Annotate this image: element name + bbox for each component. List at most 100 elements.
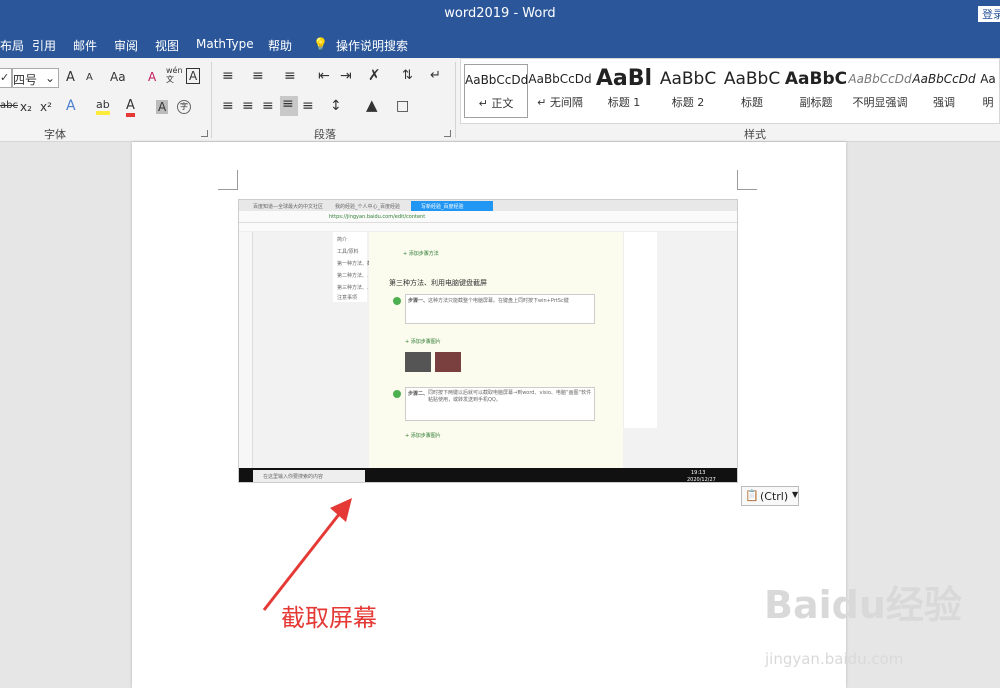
lightbulb-icon: 💡	[313, 37, 328, 51]
decrease-indent-icon[interactable]: ⇤	[318, 68, 330, 84]
tell-me-search[interactable]: 操作说明搜索	[336, 37, 408, 54]
borders-icon[interactable]: □	[396, 98, 409, 114]
style-heading-1[interactable]: AaBl 标题 1	[592, 64, 656, 118]
sort-icon[interactable]: ⇅	[402, 68, 413, 83]
browser-tab: 我的经验_个人中心_百度经验	[335, 204, 401, 210]
clear-format-button[interactable]: A	[148, 70, 156, 84]
outline-item: 第二种方法、…	[337, 273, 373, 279]
step-text: 同时按下两键以后就可以截取电脑屏幕→到word、visio、电脑“画图”软件粘贴…	[428, 390, 592, 403]
add-method-link: + 添加步骤方法	[403, 251, 439, 257]
distributed-icon[interactable]: ≡	[302, 98, 314, 114]
shrink-font-button[interactable]: A	[86, 72, 93, 83]
tab-mailings[interactable]: 邮件	[73, 37, 97, 54]
arrowhead	[330, 498, 352, 522]
shading-icon[interactable]: ▲	[366, 96, 378, 114]
align-left-icon[interactable]: ≡	[222, 98, 234, 114]
windows-taskbar: 在这里输入你要搜索的内容 19:13 2020/12/27	[239, 468, 737, 483]
taskbar-date: 2020/12/27	[687, 477, 716, 483]
login-button[interactable]: 登录	[978, 6, 1000, 22]
red-arrow-annotation	[262, 498, 352, 611]
style-subtitle[interactable]: AaBbC 副标题	[784, 64, 848, 118]
font-name-box[interactable]: ✓	[0, 68, 12, 88]
browser-tab: 百度知道—全球最大的中文社区	[253, 204, 324, 210]
step-number-badge	[393, 390, 401, 398]
style-no-spacing[interactable]: AaBbCcDd ↵ 无间隔	[528, 64, 592, 118]
grow-font-button[interactable]: A	[66, 70, 75, 85]
font-size-value: 四号	[13, 73, 38, 87]
text-effects-button[interactable]: A	[66, 98, 76, 114]
bullets-icon[interactable]: ≡	[222, 68, 234, 84]
numbering-icon[interactable]: ≡	[252, 68, 264, 84]
strikethrough-button[interactable]: abc	[0, 100, 18, 111]
align-right-icon[interactable]: ≡	[262, 98, 274, 114]
paragraph-dialog-launcher[interactable]	[444, 130, 451, 137]
chevron-down-icon: ⌄	[44, 71, 55, 85]
annotation-text: 截取屏幕	[281, 604, 377, 632]
step2-box: 步骤二、 同时按下两键以后就可以截取电脑屏幕→到word、visio、电脑“画图…	[405, 387, 595, 421]
style-preview: AaBbC	[784, 69, 848, 89]
style-preview: AaBbCcDd	[528, 72, 592, 86]
font-size-box[interactable]: 四号 ⌄	[12, 68, 59, 88]
style-preview: AaBbC	[723, 69, 781, 89]
style-preview: AaBbC	[659, 69, 717, 89]
pasted-screenshot-image[interactable]: 百度知道—全球最大的中文社区 我的经验_个人中心_百度经验 写新经验_百度经验 …	[238, 199, 738, 483]
baidu-watermark: Baidu经验	[764, 583, 962, 627]
highlight-button[interactable]: ab	[96, 98, 110, 115]
title-bar: word2019 - Word 登录	[0, 0, 1000, 28]
increase-indent-icon[interactable]: ⇥	[340, 68, 352, 84]
change-case-button[interactable]: Aa	[110, 70, 126, 84]
font-color-button[interactable]: A	[126, 98, 135, 117]
active-browser-tab: 写新经验_百度经验	[411, 201, 493, 211]
style-normal[interactable]: AaBbCcDd ↵ 正文	[464, 64, 528, 118]
dropdown-arrow-icon: ▼	[792, 490, 799, 499]
tab-help[interactable]: 帮助	[268, 37, 292, 54]
style-title[interactable]: AaBbC 标题	[720, 64, 784, 118]
separator	[211, 62, 212, 138]
style-name: 明	[982, 96, 994, 109]
tab-layout[interactable]: 布局	[0, 37, 24, 54]
ribbon-tabs: 布局 引用 邮件 审阅 视图 MathType 帮助 💡 操作说明搜索	[0, 28, 1000, 58]
right-panel	[623, 232, 657, 428]
keyboard-thumbnail	[435, 352, 461, 372]
tab-view[interactable]: 视图	[155, 37, 179, 54]
window-title: word2019 - Word	[444, 6, 556, 21]
margin-corner	[218, 170, 238, 190]
show-marks-icon[interactable]: ↵	[430, 68, 441, 83]
style-heading-2[interactable]: AaBbC 标题 2	[656, 64, 720, 118]
subscript-button[interactable]: x₂	[20, 100, 32, 114]
chinese-layout-icon[interactable]: ✗	[368, 66, 381, 84]
style-preview: Aa	[980, 72, 996, 86]
taskbar-time: 19:13	[691, 470, 706, 476]
step-label: 步骤一、	[408, 298, 429, 304]
bookmarks-bar	[239, 223, 737, 232]
superscript-button[interactable]: x²	[40, 100, 52, 114]
enclose-char-button[interactable]: 字	[177, 100, 191, 114]
tab-references[interactable]: 引用	[32, 37, 56, 54]
font-dialog-launcher[interactable]	[201, 130, 208, 137]
tab-review[interactable]: 审阅	[114, 37, 138, 54]
style-name: ↵ 正文	[478, 97, 514, 110]
font-group-label: 字体	[44, 128, 66, 141]
url-text: https://jingyan.baidu.com/edit/content	[329, 214, 426, 220]
tab-mathtype[interactable]: MathType	[196, 37, 254, 51]
line-spacing-icon[interactable]: ↕	[330, 98, 342, 114]
paste-options-label: (Ctrl)	[760, 490, 789, 503]
paste-options-button[interactable]: 📋 (Ctrl) ▼	[741, 486, 799, 506]
multilevel-list-icon[interactable]: ≡	[284, 68, 296, 84]
phonetic-guide-button[interactable]: wén 文	[166, 66, 183, 84]
style-emphasis[interactable]: AaBbCcDd 强调	[912, 64, 976, 118]
char-shading-button[interactable]: A	[156, 100, 169, 114]
taskbar-search-text: 在这里输入你要搜索的内容	[263, 474, 324, 480]
method-heading: 第三种方法、利用电脑键盘截屏	[389, 279, 487, 287]
outline-item: 工具/原料	[337, 249, 359, 255]
ribbon: ✓ 四号 ⌄ A A Aa A wén 文 A abc x₂ x² A ab A …	[0, 58, 1000, 142]
browser-sidebar	[239, 232, 253, 468]
style-preview: AaBbCcDd	[912, 72, 976, 86]
style-strong[interactable]: Aa 明	[976, 64, 1000, 118]
align-center-icon[interactable]: ≡	[242, 98, 254, 114]
style-subtle-emphasis[interactable]: AaBbCcDd 不明显强调	[848, 64, 912, 118]
justify-icon[interactable]: ≡	[280, 96, 298, 116]
style-preview: AaBbCcDd	[848, 72, 912, 86]
char-border-button[interactable]: A	[186, 68, 201, 84]
outline-item: 第三种方法、…	[337, 285, 373, 291]
